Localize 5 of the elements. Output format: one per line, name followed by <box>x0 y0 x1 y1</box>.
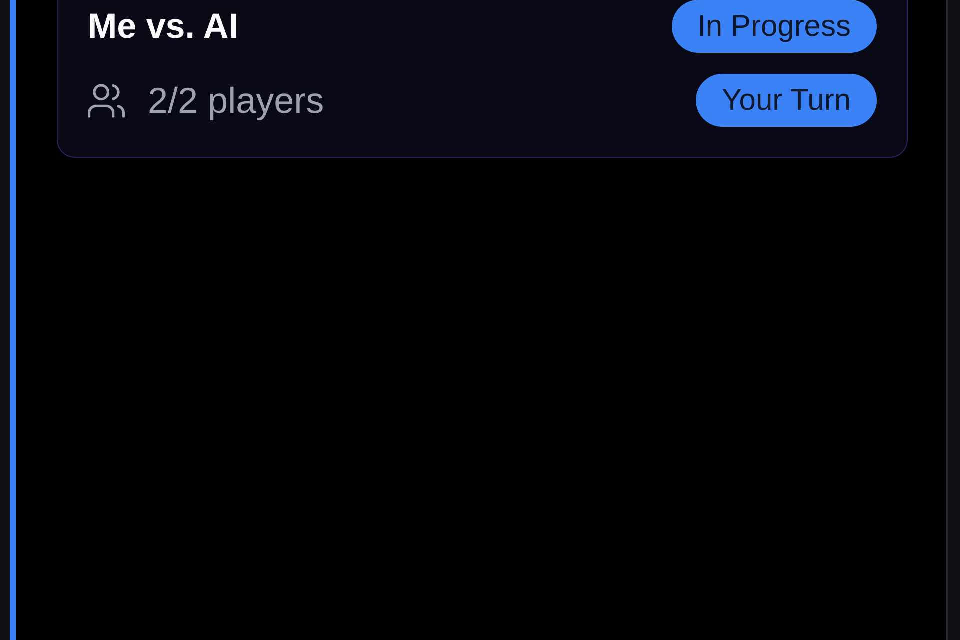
status-badge: In Progress <box>672 0 877 53</box>
users-icon <box>88 84 125 118</box>
player-count: 2/2 players <box>148 78 324 122</box>
turn-badge: Your Turn <box>696 74 877 127</box>
game-title: Me vs. AI <box>88 6 240 48</box>
